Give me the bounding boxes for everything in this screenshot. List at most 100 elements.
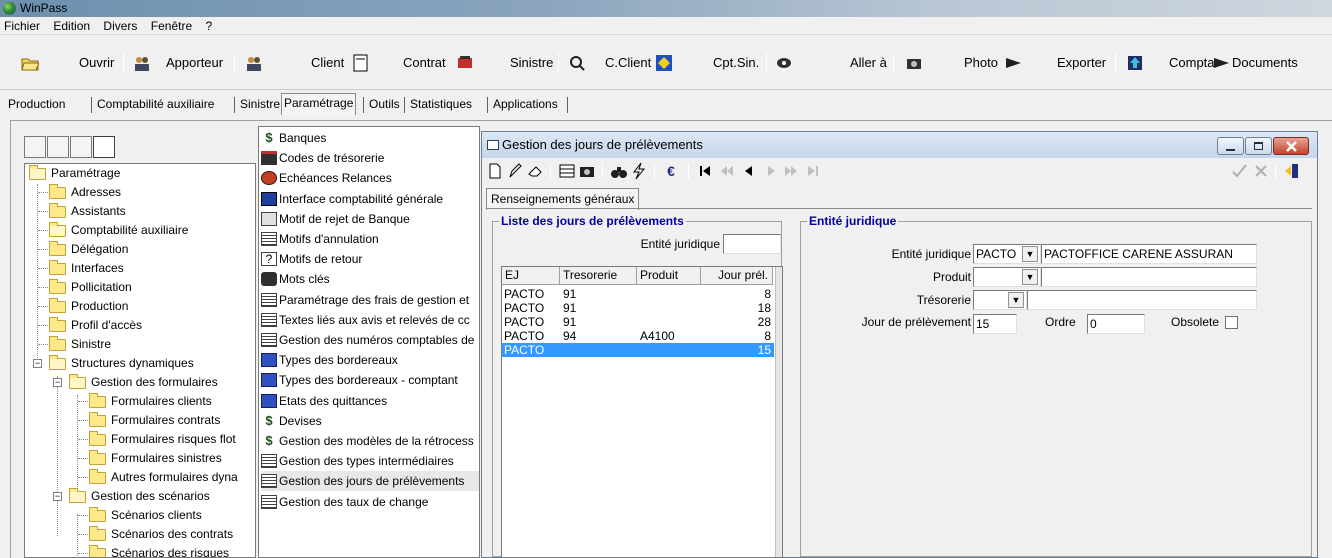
table-row[interactable]: PACTO 91 18 <box>502 301 774 315</box>
jours-grid[interactable]: EJ Tresorerie Produit Jour prél. PACTO 91… <box>501 266 783 558</box>
grid-view-icon[interactable] <box>558 162 576 180</box>
chevron-down-icon[interactable]: ▼ <box>1022 269 1038 285</box>
list-item[interactable]: Motifs d'annulation <box>261 229 479 249</box>
last-record-icon[interactable] <box>804 162 822 180</box>
apporteur-button[interactable]: Apporteur <box>166 53 223 73</box>
export-icon[interactable] <box>1126 54 1144 72</box>
list-item[interactable]: Gestion des types intermédiaires <box>261 451 479 471</box>
compta-button[interactable]: Compta <box>1169 53 1215 73</box>
camera-icon[interactable] <box>905 54 923 72</box>
client-button[interactable]: Client <box>311 53 344 73</box>
play-arrow-icon[interactable] <box>1004 54 1022 72</box>
list-item[interactable]: Types des bordereaux - comptant <box>261 370 479 390</box>
exit-door-icon[interactable] <box>1283 162 1301 180</box>
magnifier-icon[interactable] <box>568 54 586 72</box>
list-item[interactable]: $ Gestion des modèles de la rétrocess <box>261 431 479 451</box>
list-item[interactable]: Gestion des taux de change <box>261 492 479 512</box>
list-item[interactable]: Gestion des jours de prélèvements <box>261 471 479 492</box>
col-ej[interactable]: EJ <box>502 267 560 285</box>
tab-applications[interactable]: Applications <box>491 95 560 115</box>
list-item[interactable]: Motif de rejet de Banque <box>261 209 479 229</box>
validate-icon[interactable] <box>1230 162 1248 180</box>
eye-icon[interactable] <box>775 54 793 72</box>
table-row[interactable]: PACTO 91 28 <box>502 315 774 329</box>
list-item[interactable]: Etats des quittances <box>261 391 479 411</box>
table-row[interactable]: PACTO 15 <box>502 343 774 357</box>
new-document-icon[interactable] <box>486 162 504 180</box>
grid-scrollbar[interactable] <box>775 267 782 557</box>
eraser-icon[interactable] <box>526 162 544 180</box>
table-row[interactable]: PACTO 91 8 <box>502 287 774 301</box>
open-folder-icon[interactable] <box>21 54 39 72</box>
menu-help[interactable]: ? <box>205 19 212 33</box>
documents-button[interactable]: Documents <box>1232 53 1298 73</box>
list-item[interactable]: Textes liés aux avis et relevés de cc <box>261 310 479 330</box>
tab-renseignements-generaux[interactable]: Renseignements généraux <box>486 188 640 210</box>
details-view-icon[interactable] <box>93 136 115 158</box>
sinistre-button[interactable]: Sinistre <box>510 53 553 73</box>
cancel-icon[interactable] <box>1252 162 1270 180</box>
close-button[interactable] <box>1273 137 1309 155</box>
entite-code-select[interactable]: PACTO ▼ <box>973 244 1041 264</box>
menu-fenetre[interactable]: Fenêtre <box>151 19 192 33</box>
list-item[interactable]: Codes de trésorerie <box>261 148 479 168</box>
parametrage-list[interactable]: $ Banques Codes de trésorerie Echéances Rel… <box>258 126 480 558</box>
tab-production[interactable]: Production <box>6 95 67 115</box>
list-item[interactable]: ? Motifs de retour <box>261 249 479 269</box>
euro-icon[interactable]: € <box>662 162 680 180</box>
maximize-button[interactable] <box>1245 137 1272 155</box>
col-produit[interactable]: Produit <box>637 267 701 285</box>
ouvrir-button[interactable]: Ouvrir <box>79 53 114 73</box>
people-icon[interactable] <box>245 54 263 72</box>
col-tresorerie[interactable]: Tresorerie <box>560 267 637 285</box>
dialog-title-bar[interactable]: Gestion des jours de prélèvements <box>482 132 1317 158</box>
tab-comptabilite-auxiliaire[interactable]: Comptabilité auxiliaire <box>95 95 216 115</box>
chevron-down-icon[interactable]: ▼ <box>1022 246 1038 262</box>
ordre-input[interactable]: 0 <box>1087 314 1145 334</box>
list-item[interactable]: Types des bordereaux <box>261 350 479 370</box>
binoculars-icon[interactable] <box>610 162 628 180</box>
tab-sinistre[interactable]: Sinistre <box>238 95 282 115</box>
tab-statistiques[interactable]: Statistiques <box>408 95 474 115</box>
exporter-button[interactable]: Exporter <box>1057 53 1106 73</box>
list-item[interactable]: $ Devises <box>261 411 479 431</box>
table-row[interactable]: PACTO 94 A4100 8 <box>502 329 774 343</box>
large-icons-view-icon[interactable] <box>24 136 46 158</box>
menu-edition[interactable]: Edition <box>53 19 90 33</box>
structures-expander-icon[interactable]: − <box>33 359 42 368</box>
scenarios-expander-icon[interactable]: − <box>53 492 62 501</box>
photo-button[interactable]: Photo <box>964 53 998 73</box>
chevron-down-icon[interactable]: ▼ <box>1008 292 1024 308</box>
client-card-icon[interactable] <box>352 54 370 72</box>
obsolete-checkbox[interactable] <box>1225 316 1238 329</box>
menu-fichier[interactable]: Fichier <box>4 19 40 33</box>
entite-filter-input[interactable] <box>723 234 781 254</box>
next-page-icon[interactable] <box>782 162 800 180</box>
play-arrow-icon-2[interactable] <box>1212 54 1230 72</box>
cclient-button[interactable]: C.Client <box>605 53 651 73</box>
tab-outils[interactable]: Outils <box>367 95 402 115</box>
list-view-icon[interactable] <box>70 136 92 158</box>
tresorerie-select[interactable]: ▼ <box>973 290 1027 310</box>
apporteur-icon[interactable] <box>133 54 151 72</box>
small-icons-view-icon[interactable] <box>47 136 69 158</box>
list-item[interactable]: Paramétrage des frais de gestion et <box>261 290 479 310</box>
first-record-icon[interactable] <box>696 162 714 180</box>
next-record-icon[interactable] <box>762 162 780 180</box>
camera-icon[interactable] <box>578 162 596 180</box>
cptsin-button[interactable]: Cpt.Sin. <box>713 53 759 73</box>
list-item[interactable]: Echéances Relances <box>261 168 479 188</box>
menu-divers[interactable]: Divers <box>103 19 137 33</box>
contrat-button[interactable]: Contrat <box>403 53 446 73</box>
col-jour[interactable]: Jour prél. <box>701 267 773 285</box>
formulaires-expander-icon[interactable]: − <box>53 378 62 387</box>
tab-parametrage[interactable]: Paramétrage <box>281 93 357 115</box>
minimize-button[interactable] <box>1217 137 1244 155</box>
contrat-icon[interactable] <box>456 54 474 72</box>
previous-record-icon[interactable] <box>740 162 758 180</box>
previous-page-icon[interactable] <box>718 162 736 180</box>
aller-button[interactable]: Aller à <box>850 53 887 73</box>
list-item[interactable]: Interface comptabilité générale <box>261 189 479 209</box>
cclient-icon[interactable] <box>655 54 673 72</box>
list-item[interactable]: Mots clés <box>261 269 479 289</box>
